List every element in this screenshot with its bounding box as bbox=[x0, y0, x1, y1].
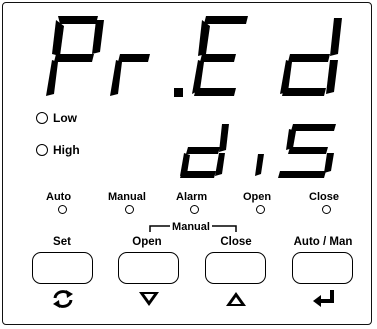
set-button[interactable] bbox=[32, 252, 93, 284]
close-button[interactable] bbox=[205, 252, 266, 284]
low-indicator-label: Low bbox=[53, 111, 77, 125]
high-indicator-label: High bbox=[53, 143, 80, 157]
lower-char-S bbox=[278, 124, 336, 178]
upper-char-E bbox=[192, 16, 248, 96]
upper-char-r bbox=[110, 54, 150, 96]
status-label-alarm: Alarm bbox=[176, 191, 208, 203]
status-led-alarm bbox=[190, 205, 199, 214]
upper-display bbox=[46, 16, 342, 97]
upper-decimal-point bbox=[174, 88, 183, 97]
upper-char-d bbox=[280, 18, 342, 96]
set-key-label: Set bbox=[53, 236, 71, 248]
up-arrow-icon bbox=[226, 292, 246, 306]
status-label-manual: Manual bbox=[108, 191, 146, 203]
status-led-open bbox=[256, 205, 265, 214]
status-label-open: Open bbox=[243, 191, 272, 203]
status-label-close: Close bbox=[309, 191, 339, 203]
refresh-icon bbox=[53, 290, 73, 308]
controller-panel: Low High Auto Manual Alarm Open Close Se… bbox=[0, 0, 377, 329]
enter-icon bbox=[313, 290, 334, 307]
upper-char-P bbox=[46, 16, 104, 96]
status-led-close bbox=[322, 205, 331, 214]
status-led-manual bbox=[125, 205, 134, 214]
lower-char-d bbox=[180, 124, 229, 178]
down-arrow-icon bbox=[139, 292, 159, 306]
manual-group-label: Manual bbox=[172, 221, 210, 233]
open-key-label: Open bbox=[132, 236, 162, 248]
lower-display bbox=[180, 124, 336, 178]
low-indicator-led bbox=[36, 112, 48, 124]
auto-man-key-label: Auto / Man bbox=[293, 236, 353, 248]
auto-man-button[interactable] bbox=[292, 252, 353, 284]
status-label-auto: Auto bbox=[46, 191, 72, 203]
close-key-label: Close bbox=[220, 236, 252, 248]
high-indicator-led bbox=[36, 144, 48, 156]
lower-char-i bbox=[255, 154, 264, 176]
open-button[interactable] bbox=[118, 252, 179, 284]
status-led-auto bbox=[58, 205, 67, 214]
